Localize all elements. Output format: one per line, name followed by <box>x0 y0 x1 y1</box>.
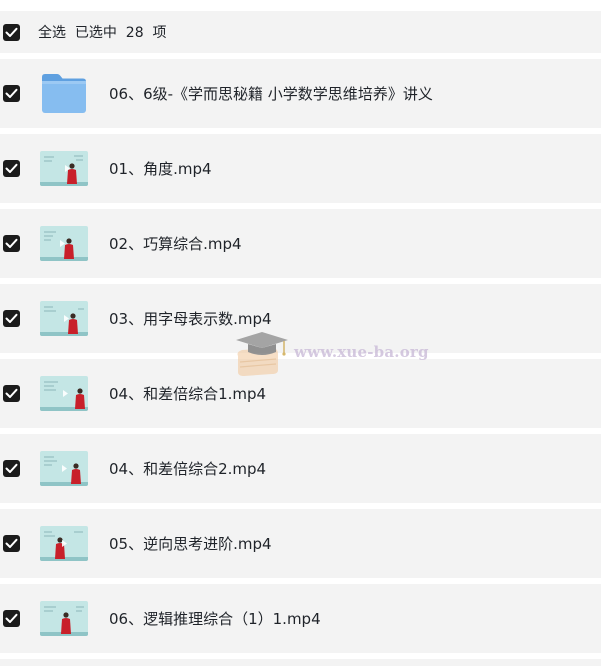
checkmark-icon <box>5 388 18 398</box>
file-name[interactable]: 04、和差倍综合1.mp4 <box>109 383 266 404</box>
list-item-partial <box>0 659 601 666</box>
list-item[interactable]: 04、和差倍综合1.mp4 <box>0 359 601 428</box>
checkmark-icon <box>5 463 18 473</box>
select-all-bar: 全选 已选中 28 项 <box>0 11 601 53</box>
video-thumbnail <box>40 601 88 636</box>
row-checkbox[interactable] <box>3 85 20 102</box>
checkmark-icon <box>5 538 18 548</box>
row-checkbox[interactable] <box>3 610 20 627</box>
video-thumbnail <box>40 526 88 561</box>
list-item[interactable]: 02、巧算综合.mp4 <box>0 209 601 278</box>
video-thumbnail <box>40 301 88 336</box>
file-selection-list: 全选 已选中 28 项 06、6级-《学而思秘籍 小学数学思维培养》讲义 01、… <box>0 0 601 666</box>
folder-icon <box>42 74 86 113</box>
checkmark-icon <box>5 613 18 623</box>
select-all-checkbox[interactable] <box>3 24 20 41</box>
row-checkbox[interactable] <box>3 385 20 402</box>
row-checkbox[interactable] <box>3 535 20 552</box>
list-item[interactable]: 06、逻辑推理综合（1）1.mp4 <box>0 584 601 653</box>
video-thumbnail <box>40 376 88 411</box>
list-item[interactable]: 04、和差倍综合2.mp4 <box>0 434 601 503</box>
file-name[interactable]: 02、巧算综合.mp4 <box>109 233 242 254</box>
checkmark-icon <box>5 313 18 323</box>
file-name[interactable]: 06、6级-《学而思秘籍 小学数学思维培养》讲义 <box>109 83 433 104</box>
checkmark-icon <box>5 27 18 37</box>
file-name[interactable]: 03、用字母表示数.mp4 <box>109 308 272 329</box>
list-item[interactable]: 05、逆向思考进阶.mp4 <box>0 509 601 578</box>
video-thumbnail <box>40 451 88 486</box>
video-thumbnail <box>40 226 88 261</box>
checkmark-icon <box>5 163 18 173</box>
checkmark-icon <box>5 88 18 98</box>
file-name[interactable]: 05、逆向思考进阶.mp4 <box>109 533 272 554</box>
video-thumbnail <box>40 151 88 186</box>
list-item[interactable]: 06、6级-《学而思秘籍 小学数学思维培养》讲义 <box>0 59 601 128</box>
row-checkbox[interactable] <box>3 310 20 327</box>
row-checkbox[interactable] <box>3 460 20 477</box>
row-checkbox[interactable] <box>3 235 20 252</box>
selection-count-label: 全选 已选中 28 项 <box>38 25 167 41</box>
list-item[interactable]: 03、用字母表示数.mp4 <box>0 284 601 353</box>
file-name[interactable]: 01、角度.mp4 <box>109 158 212 179</box>
file-name[interactable]: 04、和差倍综合2.mp4 <box>109 458 266 479</box>
list-item[interactable]: 01、角度.mp4 <box>0 134 601 203</box>
checkmark-icon <box>5 238 18 248</box>
row-checkbox[interactable] <box>3 160 20 177</box>
file-name[interactable]: 06、逻辑推理综合（1）1.mp4 <box>109 608 321 629</box>
